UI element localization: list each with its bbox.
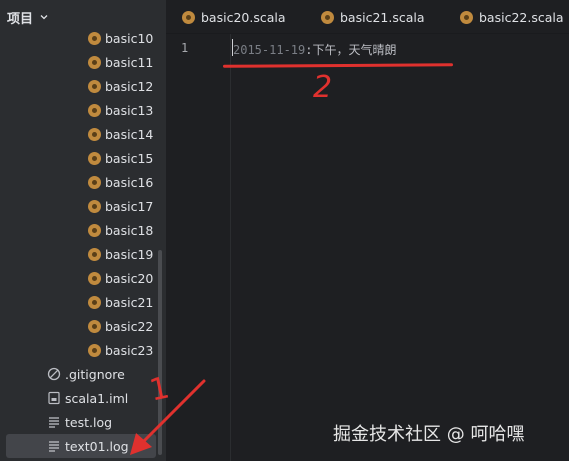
code-rest-text: :下午，天气晴朗 [305,43,397,57]
tree-item-basic11[interactable]: basic11 [0,50,166,74]
text-file-icon [49,441,59,452]
tab-basic21-scala[interactable]: basic21.scala [321,0,425,34]
code-editor[interactable]: 1 2015-11-19:下午，天气晴朗 [166,34,569,461]
annotation-mark-2: 2 [313,70,333,105]
scala-object-icon [460,10,473,24]
scala-object-icon [88,103,101,117]
tree-item-basic23[interactable]: basic23 [0,338,166,362]
scala-object-icon [88,151,101,165]
scala-object-icon [88,127,101,141]
tree-item-basic21[interactable]: basic21 [0,290,166,314]
scala-object-icon [88,55,101,69]
scala-object-icon [88,199,101,213]
scala-object-icon [88,343,101,357]
scala-object-icon [182,10,195,24]
tree-item-basic22[interactable]: basic22 [0,314,166,338]
tree-item-basic20[interactable]: basic20 [0,266,166,290]
scala-object-icon [88,175,101,189]
tree-item-basic12[interactable]: basic12 [0,74,166,98]
tab-basic22-scala[interactable]: basic22.scala [460,0,564,34]
watermark: 掘金技术社区 @ 呵哈嘿 [333,424,525,445]
tree-item-basic13[interactable]: basic13 [0,98,166,122]
tree-item-basic18[interactable]: basic18 [0,218,166,242]
scala-object-icon [88,79,101,93]
editor-tab-bar: basic20.scala basic21.scala basic22.scal… [166,0,569,34]
tab-basic20-scala[interactable]: basic20.scala [182,0,286,34]
scala-object-icon [88,271,101,285]
line-number: 1 [181,41,189,55]
project-title: 项目 [7,11,34,27]
scala-object-icon [321,10,334,24]
annotation-arrow-icon [130,379,206,455]
scala-object-icon [88,223,101,237]
tree-item-basic14[interactable]: basic14 [0,122,166,146]
scala-object-icon [88,247,101,261]
tree-item-basic19[interactable]: basic19 [0,242,166,266]
tree-item-basic15[interactable]: basic15 [0,146,166,170]
scala-object-icon [88,31,101,45]
scala-object-icon [88,319,101,333]
tree-item-basic10[interactable]: basic10 [0,26,166,50]
text-file-icon [49,417,59,428]
tree-item-basic16[interactable]: basic16 [0,170,166,194]
chevron-down-icon[interactable] [39,12,49,22]
module-file-icon [48,391,60,405]
code-line[interactable]: 2015-11-19:下午，天气晴朗 [233,41,396,58]
ignore-file-icon [47,367,61,381]
code-date-text: 2015-11-19 [233,43,306,57]
tree-item-basic17[interactable]: basic17 [0,194,166,218]
scala-object-icon [88,295,101,309]
gutter-divider [230,34,231,461]
